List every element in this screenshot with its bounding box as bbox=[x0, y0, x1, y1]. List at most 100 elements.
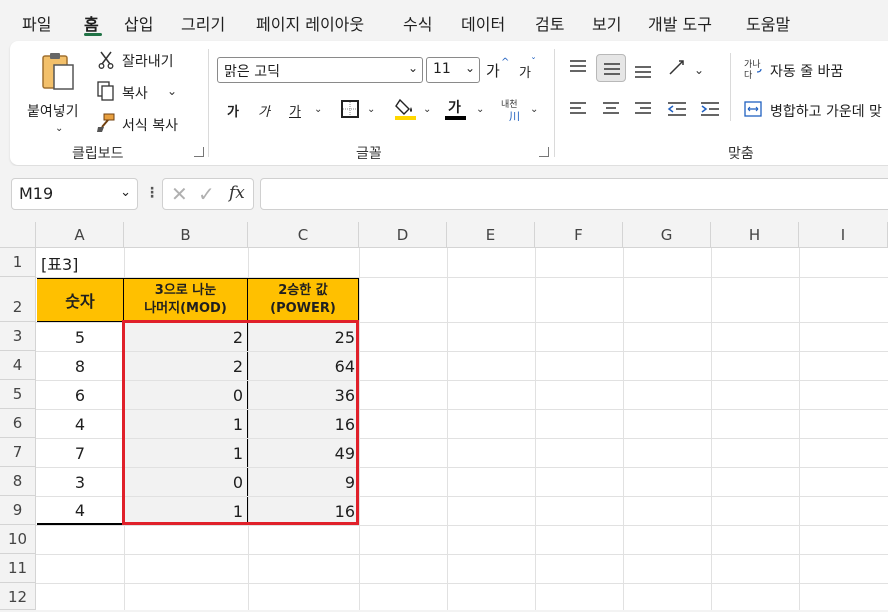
tab-draw[interactable]: 그리기 bbox=[181, 11, 225, 35]
gridline bbox=[359, 248, 360, 610]
grow-font-button[interactable]: 가 bbox=[486, 60, 500, 81]
font-launcher-icon[interactable] bbox=[539, 147, 549, 157]
format-painter-icon bbox=[97, 113, 115, 132]
chevron-down-icon: ⌄ bbox=[120, 185, 131, 200]
active-tab-indicator bbox=[84, 33, 102, 36]
tab-formulas[interactable]: 수식 bbox=[403, 11, 432, 35]
format-painter-button[interactable]: 서식 복사 bbox=[122, 115, 178, 135]
orientation-icon[interactable] bbox=[667, 58, 687, 78]
cell-number[interactable]: 7 bbox=[37, 439, 124, 467]
row-header-5[interactable]: 5 bbox=[0, 380, 36, 409]
col-header-i[interactable]: I bbox=[799, 222, 888, 248]
row-header-8[interactable]: 8 bbox=[0, 467, 36, 496]
header-number[interactable]: 숫자 bbox=[37, 278, 124, 322]
copy-button[interactable]: 복사 bbox=[122, 83, 148, 103]
row-header-9[interactable]: 9 bbox=[0, 496, 36, 525]
align-middle-button[interactable] bbox=[596, 54, 626, 82]
cell-number[interactable]: 4 bbox=[37, 410, 124, 438]
cell-number[interactable]: 3 bbox=[37, 468, 124, 496]
more-options-icon[interactable]: ⋮ bbox=[145, 185, 159, 201]
align-center-icon[interactable] bbox=[602, 101, 620, 117]
col-header-d[interactable]: D bbox=[359, 222, 447, 248]
align-top-icon[interactable] bbox=[569, 59, 587, 75]
wrap-text-button[interactable]: 자동 줄 바꿈 bbox=[770, 61, 843, 81]
row-header-2[interactable]: 2 bbox=[0, 277, 36, 322]
header-mod[interactable]: 3으로 나눈 나머지(MOD) bbox=[124, 278, 248, 322]
fill-color-chevron-icon[interactable]: ⌄ bbox=[423, 104, 431, 115]
cut-button[interactable]: 잘라내기 bbox=[122, 51, 174, 71]
col-header-b[interactable]: B bbox=[124, 222, 248, 248]
merge-center-button[interactable]: 병합하고 가운데 맞 bbox=[770, 101, 882, 121]
row-header-4[interactable]: 4 bbox=[0, 351, 36, 380]
clipboard-group-label: 클립보드 bbox=[72, 146, 124, 162]
phonetic-chevron-icon[interactable]: ⌄ bbox=[530, 104, 538, 115]
italic-button[interactable]: 가 bbox=[258, 101, 270, 120]
col-header-g[interactable]: G bbox=[623, 222, 711, 248]
align-right-icon[interactable] bbox=[634, 101, 652, 117]
name-box-value: M19 bbox=[19, 184, 54, 203]
paste-button[interactable]: 붙여넣기 ⌄ bbox=[24, 49, 90, 139]
alignment-group-label: 맞춤 bbox=[728, 146, 754, 162]
row-header-12[interactable]: 12 bbox=[0, 583, 36, 610]
tab-developer[interactable]: 개발 도구 bbox=[648, 11, 712, 35]
header-power[interactable]: 2승한 값 (POWER) bbox=[248, 278, 359, 322]
col-header-f[interactable]: F bbox=[535, 222, 623, 248]
enter-icon[interactable]: ✓ bbox=[198, 182, 215, 206]
cell-number[interactable]: 4 bbox=[37, 497, 124, 525]
ribbon: 붙여넣기 ⌄ 잘라내기 복사 ⌄ 서식 복사 클립보드 맑은 고딕 ⌄ 11 ⌄… bbox=[10, 41, 888, 165]
increase-indent-icon[interactable] bbox=[700, 101, 720, 117]
col-header-e[interactable]: E bbox=[447, 222, 535, 248]
borders-icon[interactable] bbox=[341, 100, 359, 118]
row-header-1[interactable]: 1 bbox=[0, 248, 36, 277]
row-header-11[interactable]: 11 bbox=[0, 554, 36, 583]
select-all-corner[interactable] bbox=[0, 222, 36, 248]
align-bottom-icon[interactable] bbox=[634, 63, 652, 79]
cut-icon bbox=[98, 51, 114, 69]
bold-button[interactable]: 가 bbox=[227, 101, 239, 120]
row-header-3[interactable]: 3 bbox=[0, 322, 36, 351]
align-left-icon[interactable] bbox=[569, 101, 587, 117]
font-name-select[interactable]: 맑은 고딕 ⌄ bbox=[217, 57, 423, 83]
insert-function-icon[interactable]: fx bbox=[229, 183, 245, 203]
svg-text:가나: 가나 bbox=[744, 59, 761, 70]
tab-data[interactable]: 데이터 bbox=[461, 11, 505, 35]
col-header-a[interactable]: A bbox=[36, 222, 124, 248]
shrink-font-button[interactable]: 가 bbox=[519, 62, 531, 81]
orientation-chevron-icon[interactable]: ⌄ bbox=[694, 63, 704, 77]
tab-home[interactable]: 홈 bbox=[84, 11, 99, 35]
col-header-h[interactable]: H bbox=[711, 222, 799, 248]
copy-dropdown-chevron-icon[interactable]: ⌄ bbox=[167, 84, 177, 98]
underline-button[interactable]: 가 bbox=[289, 101, 301, 120]
cell-number[interactable]: 5 bbox=[37, 323, 124, 351]
clipboard-launcher-icon[interactable] bbox=[194, 147, 204, 157]
font-color-chevron-icon[interactable]: ⌄ bbox=[476, 104, 484, 115]
cell-a1[interactable]: [표3] bbox=[37, 248, 157, 277]
name-box[interactable]: M19 ⌄ bbox=[11, 178, 138, 210]
tab-help[interactable]: 도움말 bbox=[746, 11, 790, 35]
borders-chevron-icon[interactable]: ⌄ bbox=[367, 104, 375, 115]
cell-number[interactable]: 6 bbox=[37, 381, 124, 409]
row-header-10[interactable]: 10 bbox=[0, 525, 36, 554]
cell-number[interactable]: 8 bbox=[37, 352, 124, 380]
tab-insert[interactable]: 삽입 bbox=[124, 11, 153, 35]
font-size-select[interactable]: 11 ⌄ bbox=[426, 57, 480, 83]
chevron-down-icon: ⌄ bbox=[464, 61, 475, 75]
shrink-arrow-icon: ˇ bbox=[531, 57, 536, 68]
tab-file[interactable]: 파일 bbox=[22, 11, 51, 35]
tab-review[interactable]: 검토 bbox=[535, 11, 564, 35]
row-header-7[interactable]: 7 bbox=[0, 438, 36, 467]
tab-page-layout[interactable]: 페이지 레이아웃 bbox=[256, 11, 364, 35]
font-color-button[interactable]: 가 bbox=[445, 97, 469, 121]
row-header-6[interactable]: 6 bbox=[0, 409, 36, 438]
col-header-c[interactable]: C bbox=[248, 222, 359, 248]
svg-text:다: 다 bbox=[744, 70, 753, 80]
paste-dropdown-chevron-icon[interactable]: ⌄ bbox=[55, 123, 63, 134]
underline-chevron-icon[interactable]: ⌄ bbox=[314, 104, 322, 115]
decrease-indent-icon[interactable] bbox=[667, 101, 687, 117]
worksheet-grid[interactable]: A B C D E F G H I 1 2 3 4 5 6 7 8 9 10 1… bbox=[0, 222, 888, 610]
tab-view[interactable]: 보기 bbox=[592, 11, 621, 35]
gridline bbox=[711, 248, 712, 610]
fill-color-icon[interactable] bbox=[395, 97, 417, 121]
formula-input[interactable] bbox=[260, 178, 888, 210]
cancel-icon[interactable]: ✕ bbox=[171, 182, 188, 206]
